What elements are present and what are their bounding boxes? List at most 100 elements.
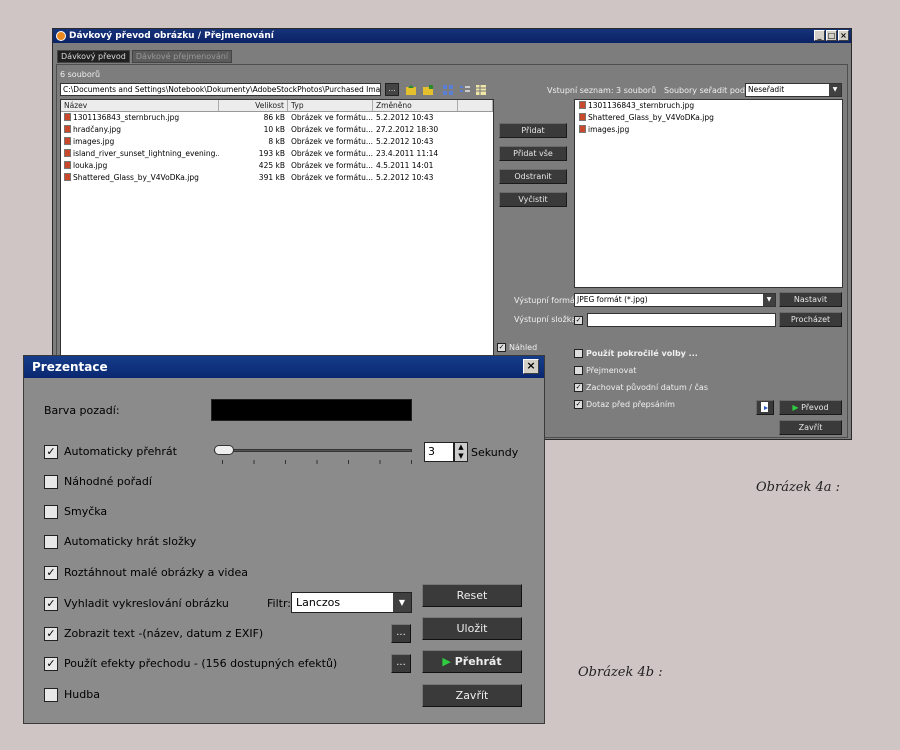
table-row[interactable]: 1301136843_sternbruch.jpg 86 kB Obrázek ve… (61, 112, 493, 124)
dialog-close-icon[interactable]: × (523, 359, 539, 374)
col-type[interactable]: Typ (288, 100, 373, 111)
advanced-label: Použít pokročilé volby ... (586, 349, 698, 358)
bg-color-swatch[interactable] (211, 399, 412, 421)
seconds-input[interactable]: 3 (424, 442, 454, 462)
stretch-label: Roztáhnout malé obrázky a videa (64, 566, 248, 579)
thumbnail-view-icon[interactable] (442, 84, 454, 96)
effects-checkbox[interactable]: ✓ (44, 657, 58, 671)
table-row[interactable]: images.jpg 8 kB Obrázek ve formátu... 5.2.2… (61, 136, 493, 148)
list-item[interactable]: Shattered_Glass_by_V4VoDKa.jpg (575, 112, 842, 124)
col-size[interactable]: Velikost (219, 100, 288, 111)
table-row[interactable]: louka.jpg 425 kB Obrázek ve formátu... 4.5.… (61, 160, 493, 172)
slider-ticks (222, 460, 412, 464)
play-icon: ▶ (792, 403, 799, 412)
keep-date-checkbox[interactable]: ✓ (574, 383, 583, 392)
maximize-button[interactable]: □ (826, 30, 837, 41)
advanced-checkbox[interactable] (574, 349, 583, 358)
col-modified[interactable]: Změněno (373, 100, 458, 111)
dialog-title-bar: Prezentace × (24, 356, 544, 378)
play-button[interactable]: ▶ Přehrát (422, 650, 522, 673)
jpg-file-icon (579, 125, 586, 133)
tab-batch-convert[interactable]: Dávkový převod (57, 50, 130, 63)
app-logo-icon (56, 31, 66, 41)
jpg-file-icon (64, 149, 71, 157)
jpg-file-icon (64, 113, 71, 121)
slider-track[interactable] (214, 449, 412, 452)
loop-checkbox[interactable] (44, 505, 58, 519)
clear-button[interactable]: Vyčistit (499, 192, 567, 207)
path-input[interactable]: C:\Documents and Settings\Notebook\Dokum… (60, 83, 381, 96)
input-file-list[interactable]: 1301136843_sternbruch.jpg Shattered_Glas… (574, 99, 843, 288)
add-button[interactable]: Přidat (499, 123, 567, 138)
table-row[interactable]: hradčany.jpg 10 kB Obrázek ve formátu... 27… (61, 124, 493, 136)
convert-button[interactable]: ▶ Převod (779, 400, 842, 415)
sort-label: Soubory seřadit podle: (664, 86, 755, 95)
dialog-close-button[interactable]: Zavřít (422, 684, 522, 707)
output-format-label: Výstupní formát: (514, 296, 581, 305)
configure-button[interactable]: Nastavit (779, 292, 842, 307)
autoplay-checkbox[interactable]: ✓ (44, 445, 58, 459)
details-view-icon[interactable] (475, 84, 487, 96)
jpg-file-icon (579, 101, 586, 109)
show-text-settings-button[interactable]: ... (391, 624, 411, 643)
dialog-title: Prezentace (32, 360, 108, 374)
arrow-up-icon[interactable]: ▲ (455, 443, 467, 452)
chevron-down-icon: ▼ (393, 593, 411, 612)
music-label: Hudba (64, 688, 100, 701)
seconds-stepper[interactable]: ▲ ▼ (454, 442, 468, 462)
reset-button[interactable]: Reset (422, 584, 522, 607)
list-item[interactable]: 1301136843_sternbruch.jpg (575, 100, 842, 112)
smooth-checkbox[interactable]: ✓ (44, 597, 58, 611)
chevron-down-icon: ▼ (763, 294, 775, 306)
save-button[interactable]: Uložit (422, 617, 522, 640)
loop-label: Smyčka (64, 505, 108, 518)
effects-settings-button[interactable]: ... (391, 654, 411, 673)
new-folder-icon[interactable] (422, 84, 434, 96)
main-title: Dávkový převod obrázku / Přejmenování (69, 31, 274, 41)
random-checkbox[interactable] (44, 475, 58, 489)
rename-checkbox[interactable] (574, 366, 583, 375)
list-item[interactable]: images.jpg (575, 124, 842, 136)
export-settings-button[interactable] (756, 400, 774, 415)
slider-handle[interactable] (214, 445, 234, 455)
output-folder-checkbox[interactable]: ✓ (574, 316, 583, 325)
window-close-button[interactable]: × (838, 30, 849, 41)
tab-batch-rename[interactable]: Dávkové přejmenování (131, 50, 233, 63)
chevron-down-icon: ▼ (829, 84, 841, 96)
seconds-label: Sekundy (471, 446, 519, 459)
output-folder-input[interactable] (587, 313, 776, 327)
random-label: Náhodné pořadí (64, 475, 152, 488)
document-icon (761, 402, 768, 412)
add-all-button[interactable]: Přidat vše (499, 146, 567, 161)
preview-checkbox[interactable]: ✓ (497, 343, 506, 352)
table-row[interactable]: island_river_sunset_lightning_evening...… (61, 148, 493, 160)
caption-4a: Obrázek 4a : (756, 480, 841, 495)
ask-overwrite-checkbox[interactable]: ✓ (574, 400, 583, 409)
bg-color-label: Barva pozadí: (44, 404, 120, 417)
browse-button[interactable]: Procházet (779, 312, 842, 327)
keep-date-label: Zachovat původní datum / čas (586, 383, 708, 392)
music-checkbox[interactable] (44, 688, 58, 702)
stretch-checkbox[interactable]: ✓ (44, 566, 58, 580)
show-text-checkbox[interactable]: ✓ (44, 627, 58, 641)
main-close-button[interactable]: Zavřít (779, 420, 842, 435)
minimize-button[interactable]: _ (814, 30, 825, 41)
jpg-file-icon (64, 125, 71, 133)
arrow-down-icon[interactable]: ▼ (455, 452, 467, 461)
caption-4b: Obrázek 4b : (578, 665, 663, 680)
folder-up-icon[interactable] (405, 84, 417, 96)
table-row[interactable]: Shattered_Glass_by_V4VoDKa.jpg 391 kB Obrá… (61, 172, 493, 184)
autoplay-label: Automaticky přehrát (64, 445, 177, 458)
remove-button[interactable]: Odstranit (499, 169, 567, 184)
browse-path-button[interactable]: ... (385, 83, 399, 96)
jpg-file-icon (579, 113, 586, 121)
filter-select[interactable]: Lanczos ▼ (291, 592, 412, 613)
output-format-select[interactable]: JPEG formát (*.jpg) ▼ (574, 293, 776, 307)
sort-select[interactable]: Neseřadit ▼ (745, 83, 842, 97)
auto-folders-checkbox[interactable] (44, 535, 58, 549)
presentation-dialog: Prezentace × Barva pozadí: ✓ Automaticky… (23, 355, 545, 724)
show-text-label: Zobrazit text -(název, datum z EXIF) (64, 627, 264, 640)
list-view-icon[interactable] (459, 84, 471, 96)
col-name[interactable]: Název (61, 100, 219, 111)
jpg-file-icon (64, 137, 71, 145)
